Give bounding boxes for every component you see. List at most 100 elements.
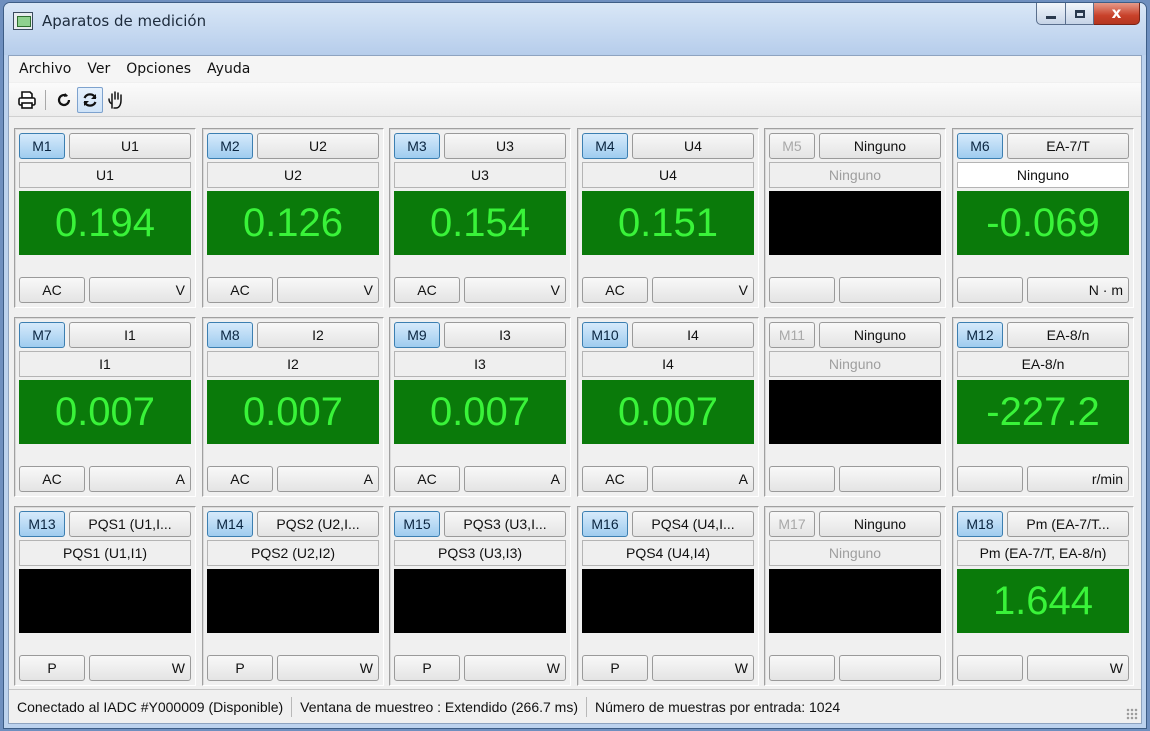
continuous-measure-button[interactable] [77, 86, 103, 113]
unit-button[interactable] [839, 466, 941, 492]
channel-select-button[interactable]: I1 [69, 322, 191, 348]
measure-mode-button[interactable]: AC [19, 466, 85, 492]
hold-button[interactable] [103, 87, 129, 113]
channel-select-button[interactable]: U2 [257, 133, 379, 159]
meter-id-button[interactable]: M10 [582, 322, 628, 348]
meter-label[interactable]: U3 [394, 162, 566, 188]
measure-mode-button[interactable]: AC [19, 277, 85, 303]
channel-select-button[interactable]: EA-8/n [1007, 322, 1129, 348]
menu-archivo[interactable]: Archivo [13, 61, 77, 77]
unit-button[interactable]: V [277, 277, 379, 303]
measure-mode-button[interactable]: P [19, 655, 85, 681]
channel-select-button[interactable]: I4 [632, 322, 754, 348]
meter-id-button[interactable]: M16 [582, 511, 628, 537]
meter-id-button[interactable]: M2 [207, 133, 253, 159]
meter-label[interactable]: PQS3 (U3,I3) [394, 540, 566, 566]
unit-button[interactable]: V [652, 277, 754, 303]
measure-mode-button[interactable]: P [207, 655, 273, 681]
app-icon[interactable] [13, 12, 33, 30]
meter-id-button[interactable]: M7 [19, 322, 65, 348]
meter-label[interactable]: PQS1 (U1,I1) [19, 540, 191, 566]
channel-select-button[interactable]: U4 [632, 133, 754, 159]
channel-select-button[interactable]: U1 [69, 133, 191, 159]
channel-select-button[interactable]: Pm (EA-7/T... [1007, 511, 1129, 537]
meter-id-button[interactable]: M13 [19, 511, 65, 537]
print-button[interactable] [14, 87, 40, 113]
channel-select-button[interactable]: I3 [444, 322, 566, 348]
unit-button[interactable]: W [89, 655, 191, 681]
meter-id-button[interactable]: M4 [582, 133, 628, 159]
channel-select-button[interactable]: U3 [444, 133, 566, 159]
meter-label[interactable]: I3 [394, 351, 566, 377]
unit-button[interactable]: V [89, 277, 191, 303]
channel-select-button[interactable]: Ninguno [819, 511, 941, 537]
channel-select-button[interactable]: PQS3 (U3,I... [444, 511, 566, 537]
measure-mode-button[interactable] [769, 277, 835, 303]
unit-button[interactable]: A [277, 466, 379, 492]
measure-mode-button[interactable] [769, 466, 835, 492]
channel-select-button[interactable]: PQS4 (U4,I... [632, 511, 754, 537]
unit-button[interactable]: N · m [1027, 277, 1129, 303]
unit-button[interactable]: V [464, 277, 566, 303]
meter-id-button[interactable]: M9 [394, 322, 440, 348]
menu-opciones[interactable]: Opciones [120, 61, 197, 77]
measure-mode-button[interactable] [957, 655, 1023, 681]
title-bar[interactable]: Aparatos de medición x [4, 3, 1146, 55]
meter-label[interactable]: I1 [19, 351, 191, 377]
channel-select-button[interactable]: Ninguno [819, 322, 941, 348]
single-measure-button[interactable] [51, 87, 77, 113]
unit-button[interactable]: W [277, 655, 379, 681]
unit-button[interactable]: A [464, 466, 566, 492]
measure-mode-button[interactable]: AC [582, 277, 648, 303]
meter-id-button[interactable]: M1 [19, 133, 65, 159]
resize-grip[interactable] [1126, 708, 1138, 720]
meter-id-button[interactable]: M14 [207, 511, 253, 537]
measure-mode-button[interactable]: AC [394, 277, 460, 303]
meter-label[interactable]: U1 [19, 162, 191, 188]
unit-button[interactable]: A [652, 466, 754, 492]
meter-label[interactable]: PQS4 (U4,I4) [582, 540, 754, 566]
meter-label[interactable]: EA-8/n [957, 351, 1129, 377]
channel-select-button[interactable]: Ninguno [819, 133, 941, 159]
measure-mode-button[interactable]: AC [582, 466, 648, 492]
measure-mode-button[interactable]: AC [394, 466, 460, 492]
menu-ver[interactable]: Ver [81, 61, 116, 77]
unit-button[interactable]: A [89, 466, 191, 492]
meter-id-button[interactable]: M15 [394, 511, 440, 537]
channel-select-button[interactable]: EA-7/T [1007, 133, 1129, 159]
unit-button[interactable]: r/min [1027, 466, 1129, 492]
unit-button[interactable]: W [652, 655, 754, 681]
channel-select-button[interactable]: I2 [257, 322, 379, 348]
menu-ayuda[interactable]: Ayuda [201, 61, 256, 77]
meter-id-button[interactable]: M8 [207, 322, 253, 348]
measure-mode-button[interactable] [957, 277, 1023, 303]
meter-id-button[interactable]: M18 [957, 511, 1003, 537]
channel-select-button[interactable]: PQS2 (U2,I... [257, 511, 379, 537]
meter-label[interactable]: I4 [582, 351, 754, 377]
meter-id-button[interactable]: M6 [957, 133, 1003, 159]
meter-label[interactable]: I2 [207, 351, 379, 377]
meter-label[interactable]: PQS2 (U2,I2) [207, 540, 379, 566]
channel-select-button[interactable]: PQS1 (U1,I... [69, 511, 191, 537]
unit-button[interactable] [839, 277, 941, 303]
meter-label[interactable]: Ninguno [957, 162, 1129, 188]
meter-id-button[interactable]: M5 [769, 133, 815, 159]
unit-button[interactable]: W [1027, 655, 1129, 681]
meter-label[interactable]: Pm (EA-7/T, EA-8/n) [957, 540, 1129, 566]
meter-id-button[interactable]: M11 [769, 322, 815, 348]
maximize-button[interactable] [1066, 3, 1094, 25]
meter-id-button[interactable]: M17 [769, 511, 815, 537]
measure-mode-button[interactable]: AC [207, 277, 273, 303]
unit-button[interactable]: W [464, 655, 566, 681]
minimize-button[interactable] [1036, 3, 1066, 25]
close-button[interactable]: x [1094, 3, 1140, 25]
meter-label[interactable]: U2 [207, 162, 379, 188]
measure-mode-button[interactable] [769, 655, 835, 681]
measure-mode-button[interactable]: P [582, 655, 648, 681]
meter-id-button[interactable]: M3 [394, 133, 440, 159]
unit-button[interactable] [839, 655, 941, 681]
measure-mode-button[interactable] [957, 466, 1023, 492]
measure-mode-button[interactable]: AC [207, 466, 273, 492]
measure-mode-button[interactable]: P [394, 655, 460, 681]
meter-label[interactable]: U4 [582, 162, 754, 188]
